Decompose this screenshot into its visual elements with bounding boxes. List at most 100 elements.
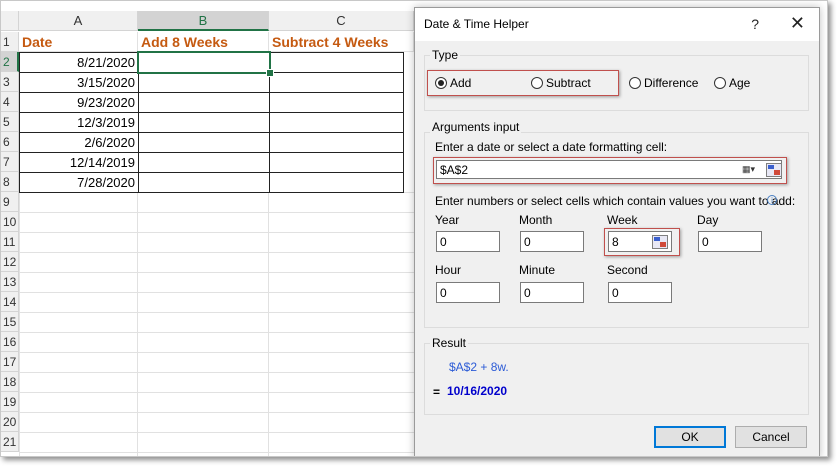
grid-col-line <box>137 192 138 456</box>
row-header[interactable]: 11 <box>1 232 19 252</box>
row-header[interactable]: 9 <box>1 192 19 212</box>
row-header[interactable]: 7 <box>1 152 19 172</box>
radio-add[interactable]: Add <box>435 76 471 90</box>
active-cell-selection[interactable] <box>137 51 271 74</box>
hour-label: Hour <box>435 263 462 277</box>
column-header-c[interactable]: C <box>269 11 414 31</box>
cell-a7[interactable]: 12/14/2019 <box>19 152 139 173</box>
date-input[interactable]: $A$2 <box>436 160 782 179</box>
row-header[interactable]: 14 <box>1 292 19 312</box>
row-header[interactable]: 20 <box>1 412 19 432</box>
week-range-select-icon[interactable] <box>652 235 668 249</box>
fill-handle[interactable] <box>266 69 274 77</box>
radio-difference-indicator[interactable] <box>629 77 641 89</box>
second-label: Second <box>607 263 648 277</box>
month-label: Month <box>519 213 553 227</box>
cell-b3[interactable] <box>138 72 270 93</box>
dialog-title: Date & Time Helper <box>424 17 529 31</box>
minute-label: Minute <box>519 263 556 277</box>
row-header[interactable]: 2 <box>1 52 19 72</box>
cancel-button[interactable]: Cancel <box>735 426 807 448</box>
help-icon[interactable]: ? <box>751 16 759 32</box>
radio-difference[interactable]: Difference <box>629 76 698 90</box>
row-header[interactable]: 21 <box>1 432 19 452</box>
cell-a2[interactable]: 8/21/2020 <box>19 52 139 73</box>
date-prompt: Enter a date or select a date formatting… <box>435 140 668 154</box>
row-header[interactable]: 13 <box>1 272 19 292</box>
cell-c5[interactable] <box>269 112 404 133</box>
row-header[interactable]: 8 <box>1 172 19 192</box>
result-group <box>424 343 809 415</box>
cell-c4[interactable] <box>269 92 404 113</box>
row-header[interactable]: 18 <box>1 372 19 392</box>
result-group-label: Result <box>430 336 469 350</box>
dialog-titlebar[interactable]: Date & Time Helper ? ✕ <box>415 8 819 41</box>
cell-c8[interactable] <box>269 172 404 193</box>
row-header[interactable]: 6 <box>1 132 19 152</box>
radio-difference-label: Difference <box>644 76 699 90</box>
result-value: 10/16/2020 <box>447 384 508 398</box>
calendar-dropdown-icon[interactable]: ▦▾ <box>742 164 755 175</box>
minute-input[interactable]: 0 <box>520 282 584 303</box>
cell-b8[interactable] <box>138 172 270 193</box>
row-header[interactable]: 10 <box>1 212 19 232</box>
cell-a3[interactable]: 3/15/2020 <box>19 72 139 93</box>
row-header[interactable]: 1 <box>1 32 19 52</box>
cell-a1[interactable]: Date <box>19 32 138 52</box>
column-header-a[interactable]: A <box>19 11 138 31</box>
radio-age-label: Age <box>729 76 751 90</box>
day-label: Day <box>697 213 719 227</box>
radio-add-label: Add <box>450 76 472 90</box>
cell-a6[interactable]: 2/6/2020 <box>19 132 139 153</box>
radio-age[interactable]: Age <box>714 76 750 90</box>
year-input[interactable]: 0 <box>436 231 500 252</box>
month-input[interactable]: 0 <box>520 231 584 252</box>
week-label: Week <box>607 213 638 227</box>
year-label: Year <box>435 213 460 227</box>
select-all-corner[interactable] <box>1 11 19 31</box>
radio-add-indicator[interactable] <box>435 77 447 89</box>
cell-a4[interactable]: 9/23/2020 <box>19 92 139 113</box>
column-header-b[interactable]: B <box>138 11 269 31</box>
radio-subtract[interactable]: Subtract <box>531 76 591 90</box>
radio-subtract-label: Subtract <box>546 76 591 90</box>
date-time-helper-dialog: Date & Time Helper ? ✕ Type Add Subtract… <box>414 7 820 456</box>
cell-b6[interactable] <box>138 132 270 153</box>
row-header[interactable]: 12 <box>1 252 19 272</box>
result-equals: = <box>433 385 441 399</box>
cell-b7[interactable] <box>138 152 270 173</box>
cell-c3[interactable] <box>269 72 404 93</box>
cell-c7[interactable] <box>269 152 404 173</box>
row-header[interactable]: 19 <box>1 392 19 412</box>
cell-c6[interactable] <box>269 132 404 153</box>
close-icon[interactable]: ✕ <box>790 13 805 34</box>
radio-age-indicator[interactable] <box>714 77 726 89</box>
cell-c2[interactable] <box>269 52 404 73</box>
type-group-label: Type <box>430 48 461 62</box>
row-header[interactable]: 4 <box>1 92 19 112</box>
day-input[interactable]: 0 <box>698 231 762 252</box>
result-formula: $A$2 + 8w. <box>449 360 509 374</box>
cell-b5[interactable] <box>138 112 270 133</box>
row-header[interactable]: 16 <box>1 332 19 352</box>
row-header[interactable]: 17 <box>1 352 19 372</box>
arguments-group-label: Arguments input <box>430 120 522 134</box>
radio-subtract-indicator[interactable] <box>531 77 543 89</box>
row-header[interactable]: 5 <box>1 112 19 132</box>
row-header[interactable]: 15 <box>1 312 19 332</box>
info-icon[interactable]: i <box>767 195 777 205</box>
ok-button[interactable]: OK <box>654 426 726 448</box>
hour-input[interactable]: 0 <box>436 282 500 303</box>
cell-a5[interactable]: 12/3/2019 <box>19 112 139 133</box>
grid-col-line <box>268 192 269 456</box>
grid-area[interactable] <box>19 192 414 456</box>
screenshot-frame: A B C 1 2 3 4 5 6 7 8 9 10 11 12 13 14 1… <box>0 0 828 457</box>
second-input[interactable]: 0 <box>608 282 672 303</box>
cell-b4[interactable] <box>138 92 270 113</box>
numbers-prompt: Enter numbers or select cells which cont… <box>435 194 796 208</box>
cell-c1[interactable]: Subtract 4 Weeks <box>269 32 414 52</box>
cell-a8[interactable]: 7/28/2020 <box>19 172 139 193</box>
cell-b1[interactable]: Add 8 Weeks <box>138 32 269 52</box>
range-select-icon[interactable] <box>766 163 782 177</box>
row-header[interactable]: 3 <box>1 72 19 92</box>
